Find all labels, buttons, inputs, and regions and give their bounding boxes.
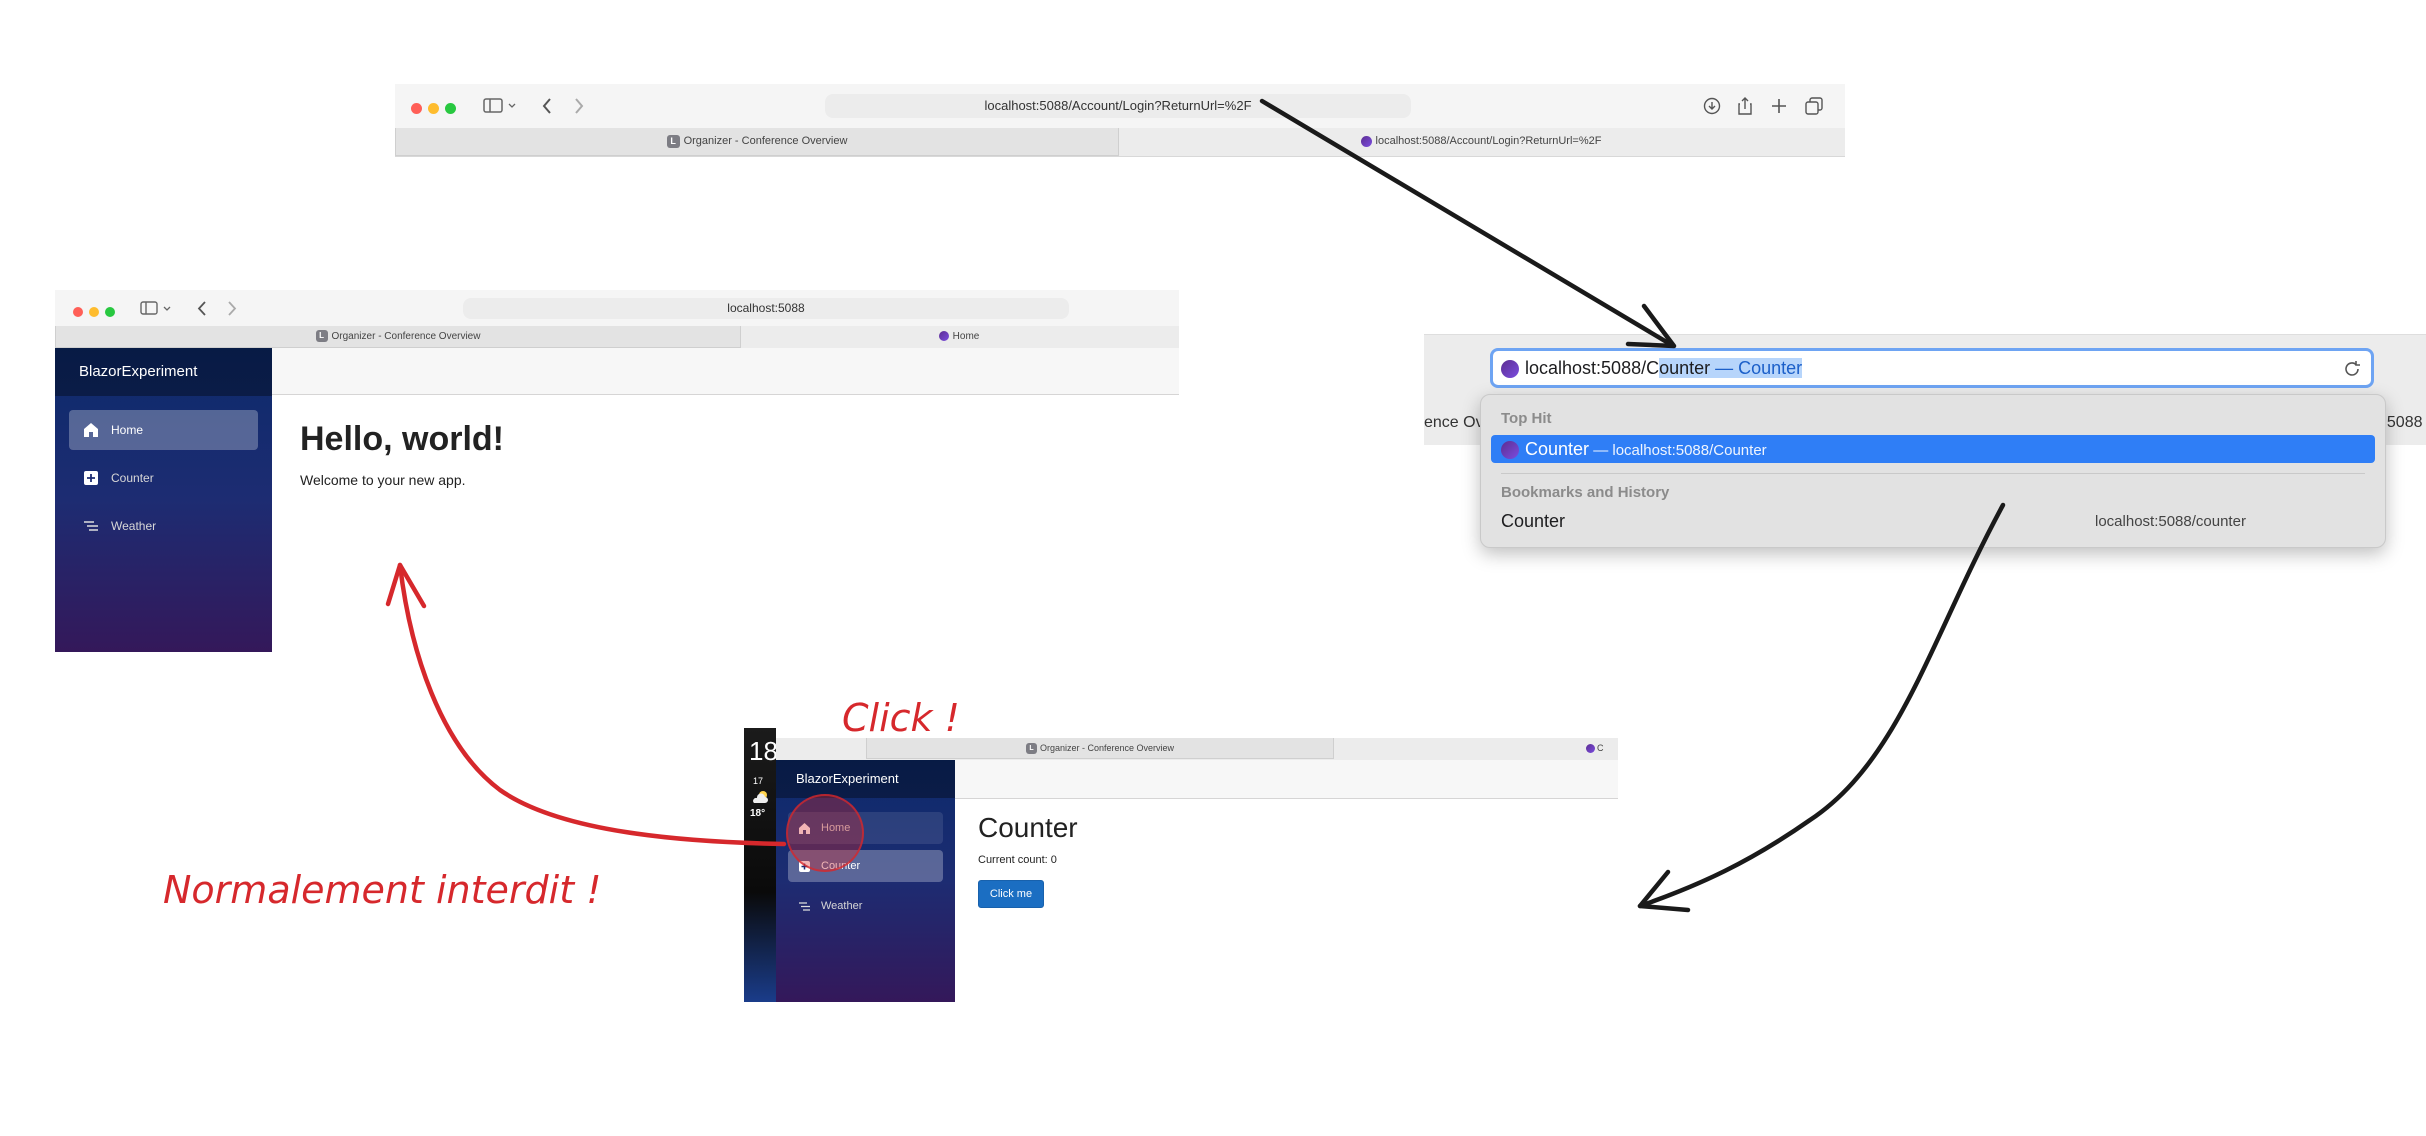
click-annotation: Click !: [842, 696, 960, 740]
annotation-arrows: [385, 98, 2006, 913]
forbidden-annotation: Normalement interdit !: [163, 868, 602, 912]
arrowhead-1: [1625, 303, 1677, 349]
arrow-autocomplete-to-counter: [1637, 502, 2006, 909]
arrow-url-to-autocomplete: [1259, 98, 1673, 347]
arrow-click-to-home: [397, 562, 787, 847]
